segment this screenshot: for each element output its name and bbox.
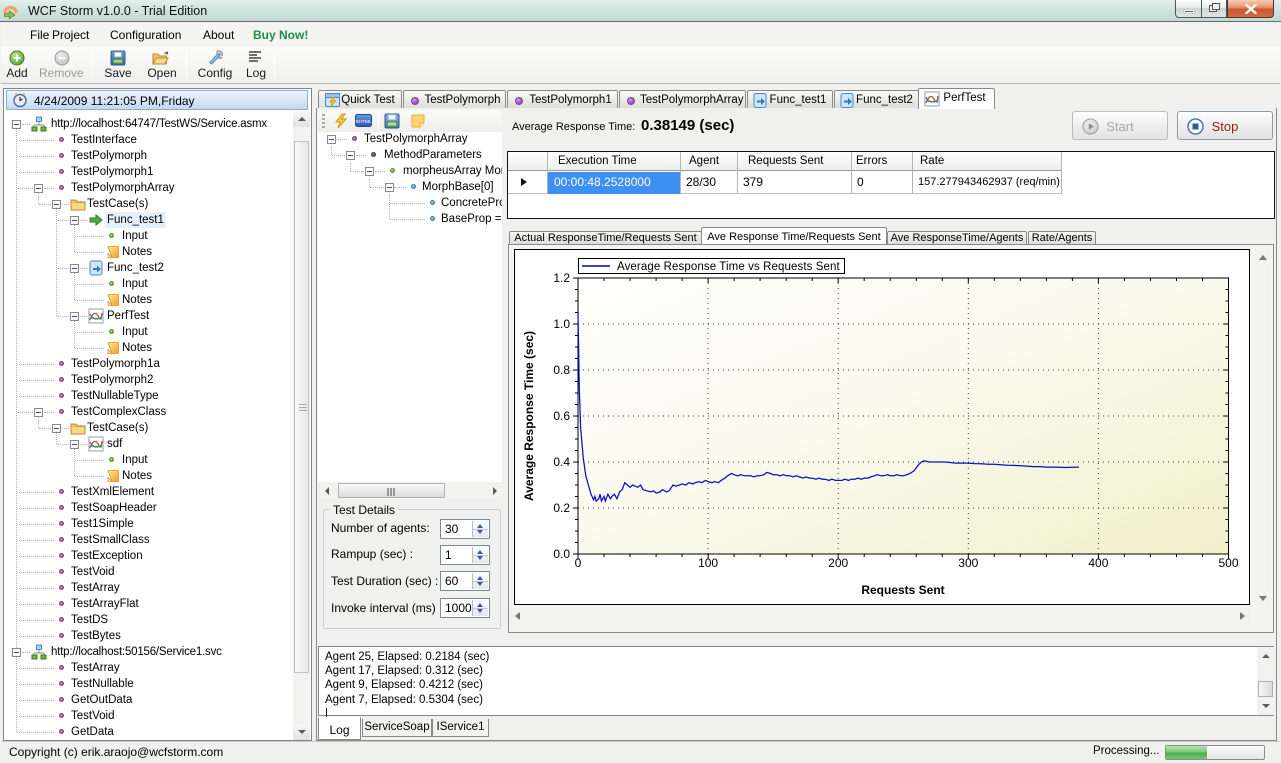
svg-text:0: 0 bbox=[575, 556, 582, 570]
svg-text:Average Response Time (sec): Average Response Time (sec) bbox=[522, 331, 536, 501]
svg-text:0.4: 0.4 bbox=[553, 455, 570, 469]
svg-text:200: 200 bbox=[828, 556, 848, 570]
svg-text:0.2: 0.2 bbox=[553, 501, 570, 515]
svg-text:0.0: 0.0 bbox=[553, 547, 570, 561]
svg-text:1.0: 1.0 bbox=[553, 317, 570, 331]
svg-text:Average Response Time vs Reque: Average Response Time vs Requests Sent bbox=[617, 261, 841, 273]
svg-text:100: 100 bbox=[698, 556, 718, 570]
svg-text:300: 300 bbox=[958, 556, 978, 570]
svg-text:Requests Sent: Requests Sent bbox=[861, 583, 944, 597]
svg-text:400: 400 bbox=[1088, 556, 1108, 570]
svg-text:XHTML: XHTML bbox=[355, 119, 372, 125]
svg-text:0.8: 0.8 bbox=[553, 363, 570, 377]
svg-text:500: 500 bbox=[1218, 556, 1238, 570]
svg-text:1.2: 1.2 bbox=[553, 271, 570, 285]
svg-text:0.6: 0.6 bbox=[553, 409, 570, 423]
